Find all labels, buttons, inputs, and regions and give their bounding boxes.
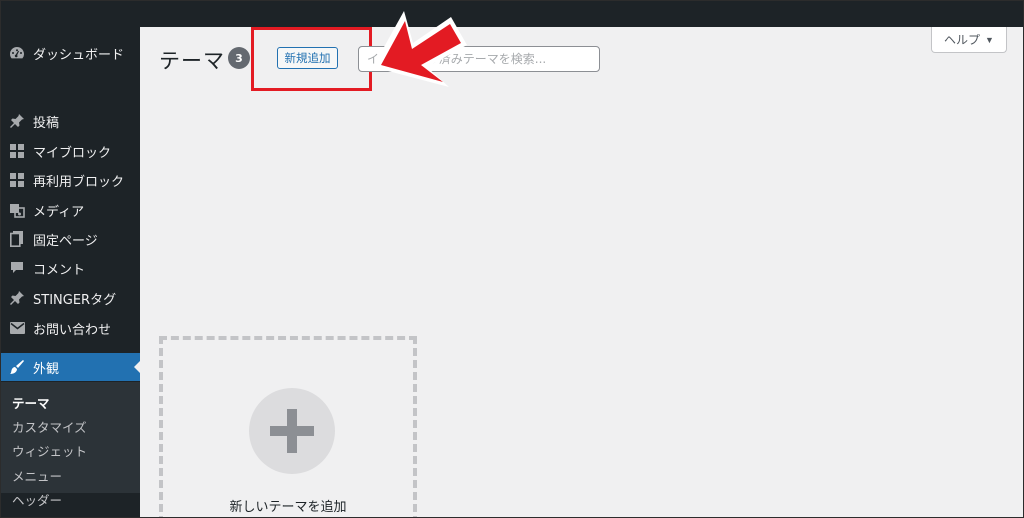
sidebar-item-label: 投稿 [33,115,60,131]
dashboard-icon [8,44,26,62]
sidebar-item-reusable-blocks[interactable]: 再利用ブロック [1,166,140,194]
media-icon [8,201,26,219]
active-indicator [134,360,141,374]
comment-icon [8,259,26,277]
sidebar-item-label: STINGERタグ [33,292,117,308]
sidebar-item-stinger-tags[interactable]: STINGERタグ [1,284,140,312]
sidebar-item-label: 固定ページ [33,233,98,249]
sidebar-item-posts[interactable]: 投稿 [1,107,140,135]
red-arrow-annotation-icon [373,11,467,87]
sidebar-item-label: ダッシュボード [33,47,125,63]
sidebar-item-label: 外観 [33,361,60,377]
caret-down-icon: ▼ [985,34,994,45]
add-theme-label: 新しいテーマを追加 [229,500,347,515]
sidebar-item-dashboard[interactable]: ダッシュボード [1,39,140,67]
sidebar-item-appearance[interactable]: 外観 [1,353,141,381]
pin-icon [8,112,26,130]
block-grid-icon [8,171,26,189]
theme-count-badge: 3 [228,47,250,69]
appearance-submenu: テーマ カスタマイズ ウィジェット メニュー ヘッダー [1,382,140,508]
sidebar-item-my-blocks[interactable]: マイブロック [1,137,140,165]
help-button[interactable]: ヘルプ ▼ [931,27,1007,53]
submenu-item-menus[interactable]: メニュー [12,466,62,485]
submenu-item-themes[interactable]: テーマ [12,393,50,412]
admin-bar [1,1,1023,27]
sidebar-item-contact[interactable]: お問い合わせ [1,314,140,342]
sidebar-item-comments[interactable]: コメント [1,254,140,282]
mail-icon [8,319,26,337]
page-icon [8,230,26,248]
sidebar-item-label: メディア [33,204,85,220]
pin-icon [8,289,26,307]
sidebar-item-label: 再利用ブロック [33,174,125,190]
plus-icon [249,388,335,474]
submenu-item-widgets[interactable]: ウィジェット [12,441,87,460]
sidebar-item-label: マイブロック [33,145,112,161]
sidebar-item-pages[interactable]: 固定ページ [1,225,140,253]
add-new-theme-card[interactable]: 新しいテーマを追加 [159,336,417,517]
sidebar-item-media[interactable]: メディア [1,196,140,224]
submenu-item-customize[interactable]: カスタマイズ [12,417,87,436]
sidebar-item-label: コメント [33,262,86,278]
highlight-annotation-box [251,27,372,91]
sidebar-item-label: お問い合わせ [33,322,112,338]
page-title: テーマ [159,49,225,73]
submenu-item-header[interactable]: ヘッダー [12,490,62,509]
screenshot-frame: ダッシュボード 投稿 マイブロック 再利用ブロック メディア 固定ページ コメン… [0,0,1024,518]
block-grid-icon [8,142,26,160]
help-label: ヘルプ [944,33,981,47]
appearance-brush-icon [8,358,26,376]
